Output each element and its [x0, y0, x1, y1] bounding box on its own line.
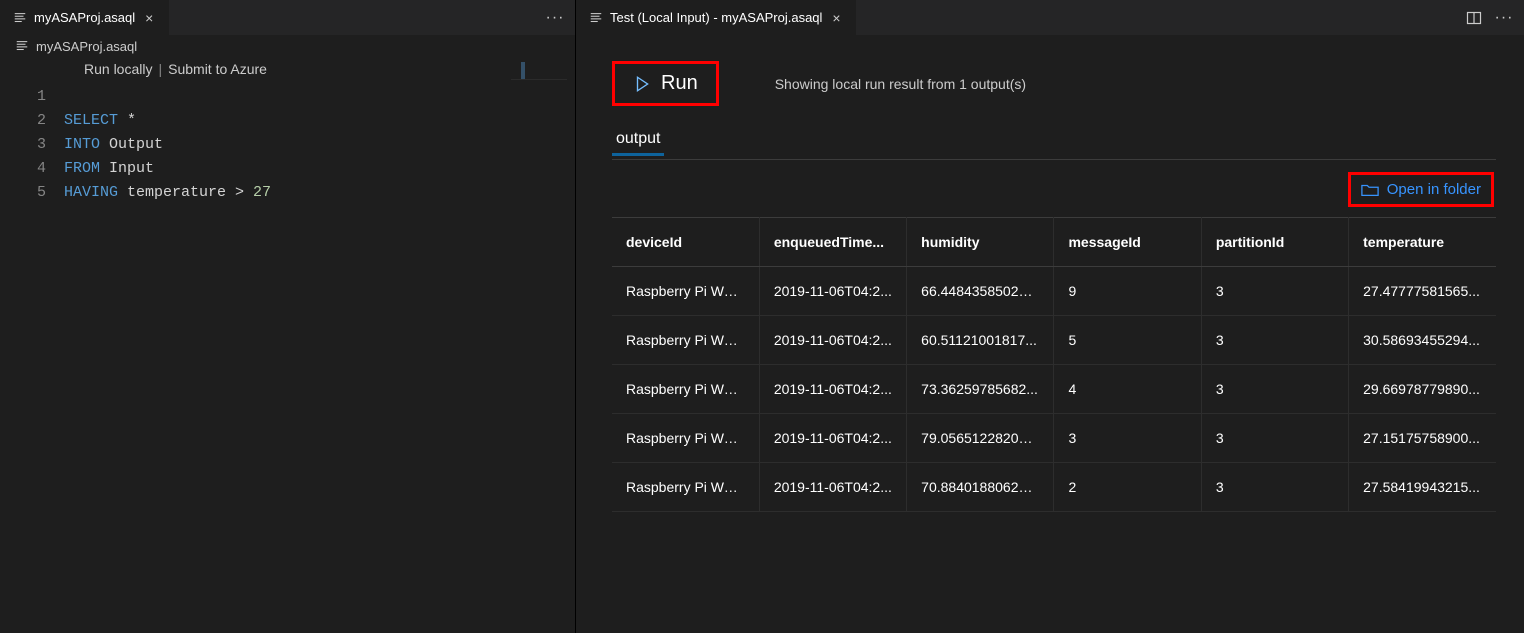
cell-deviceId: Raspberry Pi Web ...	[612, 267, 759, 316]
table-row[interactable]: Raspberry Pi Web ...2019-11-06T04:2...73…	[612, 365, 1496, 414]
line-number: 2	[0, 109, 64, 133]
line-number: 4	[0, 157, 64, 181]
folder-icon	[1361, 182, 1379, 198]
play-icon	[633, 75, 651, 93]
cell-temperature: 27.47777581565...	[1349, 267, 1496, 316]
line-number: 5	[0, 181, 64, 205]
right-tab-bar: Test (Local Input) - myASAProj.asaql × ·…	[576, 0, 1524, 35]
minimap[interactable]	[511, 62, 567, 80]
col-enqueuedTime[interactable]: enqueuedTime...	[759, 218, 906, 267]
cell-deviceId: Raspberry Pi Web ...	[612, 365, 759, 414]
code-editor[interactable]: 1 2SELECT * 3INTO Output 4FROM Input 5HA…	[0, 81, 575, 633]
tab-test-results[interactable]: Test (Local Input) - myASAProj.asaql ×	[576, 0, 857, 35]
table-header-row: deviceId enqueuedTime... humidity messag…	[612, 218, 1496, 267]
cell-humidity: 60.51121001817...	[907, 316, 1054, 365]
cell-humidity: 66.4484358502758	[907, 267, 1054, 316]
separator: |	[158, 61, 162, 77]
open-in-folder-button[interactable]: Open in folder	[1348, 172, 1494, 207]
breadcrumb[interactable]: myASAProj.asaql	[0, 35, 575, 57]
cell-enqueuedTime: 2019-11-06T04:2...	[759, 463, 906, 512]
open-in-folder-label: Open in folder	[1387, 181, 1481, 198]
close-icon[interactable]: ×	[141, 10, 157, 26]
code-line: SELECT *	[64, 109, 136, 133]
cell-enqueuedTime: 2019-11-06T04:2...	[759, 414, 906, 463]
run-header-row: Run Showing local run result from 1 outp…	[612, 61, 1496, 106]
cell-enqueuedTime: 2019-11-06T04:2...	[759, 267, 906, 316]
left-tab-bar: myASAProj.asaql × ···	[0, 0, 575, 35]
status-text: Showing local run result from 1 output(s…	[775, 76, 1026, 92]
cell-messageId: 4	[1054, 365, 1201, 414]
col-messageId[interactable]: messageId	[1054, 218, 1201, 267]
cell-partitionId: 3	[1201, 463, 1348, 512]
cell-enqueuedTime: 2019-11-06T04:2...	[759, 365, 906, 414]
cell-messageId: 9	[1054, 267, 1201, 316]
results-table: deviceId enqueuedTime... humidity messag…	[612, 217, 1496, 512]
line-number: 1	[0, 85, 64, 109]
line-number: 3	[0, 133, 64, 157]
col-temperature[interactable]: temperature	[1349, 218, 1496, 267]
cell-temperature: 27.15175758900...	[1349, 414, 1496, 463]
close-icon[interactable]: ×	[828, 10, 844, 26]
file-icon	[12, 10, 28, 26]
table-row[interactable]: Raspberry Pi Web ...2019-11-06T04:2...60…	[612, 316, 1496, 365]
more-icon[interactable]: ···	[1496, 10, 1512, 26]
submit-to-azure-link[interactable]: Submit to Azure	[168, 61, 267, 77]
results-pane: Test (Local Input) - myASAProj.asaql × ·…	[576, 0, 1524, 633]
cell-partitionId: 3	[1201, 414, 1348, 463]
cell-deviceId: Raspberry Pi Web ...	[612, 414, 759, 463]
col-humidity[interactable]: humidity	[907, 218, 1054, 267]
file-icon	[588, 10, 604, 26]
cell-messageId: 5	[1054, 316, 1201, 365]
split-editor-icon[interactable]	[1466, 10, 1482, 26]
editor-pane: myASAProj.asaql × ··· myASAProj.asaql Ru…	[0, 0, 576, 633]
cell-partitionId: 3	[1201, 316, 1348, 365]
open-folder-row: Open in folder	[612, 160, 1496, 217]
run-button[interactable]: Run	[612, 61, 719, 106]
more-icon[interactable]: ···	[547, 10, 563, 26]
cell-deviceId: Raspberry Pi Web ...	[612, 463, 759, 512]
cell-temperature: 29.66978779890...	[1349, 365, 1496, 414]
cell-partitionId: 3	[1201, 267, 1348, 316]
table-row[interactable]: Raspberry Pi Web ...2019-11-06T04:2...70…	[612, 463, 1496, 512]
file-icon	[14, 38, 30, 54]
cell-temperature: 30.58693455294...	[1349, 316, 1496, 365]
code-line: INTO Output	[64, 133, 163, 157]
tab-title: Test (Local Input) - myASAProj.asaql	[610, 10, 822, 25]
tab-actions: ···	[1454, 10, 1524, 26]
cell-messageId: 2	[1054, 463, 1201, 512]
cell-humidity: 73.36259785682...	[907, 365, 1054, 414]
cell-deviceId: Raspberry Pi Web ...	[612, 316, 759, 365]
col-deviceId[interactable]: deviceId	[612, 218, 759, 267]
results-body: Run Showing local run result from 1 outp…	[576, 35, 1524, 633]
cell-enqueuedTime: 2019-11-06T04:2...	[759, 316, 906, 365]
cell-partitionId: 3	[1201, 365, 1348, 414]
cell-temperature: 27.58419943215...	[1349, 463, 1496, 512]
tab-actions: ···	[535, 10, 575, 26]
table-row[interactable]: Raspberry Pi Web ...2019-11-06T04:2...79…	[612, 414, 1496, 463]
col-partitionId[interactable]: partitionId	[1201, 218, 1348, 267]
run-locally-link[interactable]: Run locally	[84, 61, 152, 77]
table-row[interactable]: Raspberry Pi Web ...2019-11-06T04:2...66…	[612, 267, 1496, 316]
code-line: HAVING temperature > 27	[64, 181, 271, 205]
code-line: FROM Input	[64, 157, 154, 181]
tab-title: myASAProj.asaql	[34, 10, 135, 25]
run-button-label: Run	[661, 72, 698, 95]
output-tab[interactable]: output	[612, 124, 664, 160]
cell-humidity: 79.0565122820593	[907, 414, 1054, 463]
tab-editor-file[interactable]: myASAProj.asaql ×	[0, 0, 170, 35]
breadcrumb-label: myASAProj.asaql	[36, 39, 137, 54]
code-lens-actions: Run locally | Submit to Azure	[0, 57, 575, 81]
cell-humidity: 70.8840188062363	[907, 463, 1054, 512]
cell-messageId: 3	[1054, 414, 1201, 463]
